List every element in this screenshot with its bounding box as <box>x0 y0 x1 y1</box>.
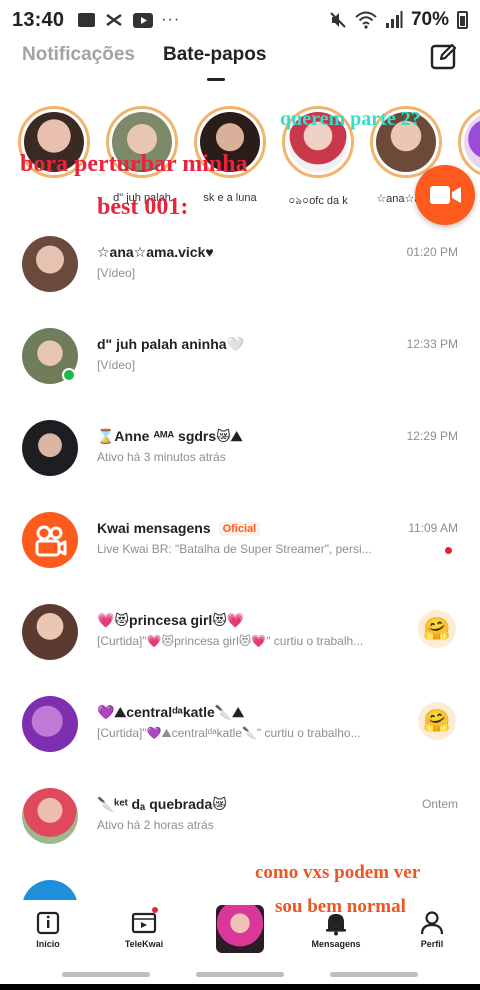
folder-icon <box>78 13 96 27</box>
unread-dot <box>445 547 452 554</box>
chat-time: 12:33 PM <box>406 337 458 351</box>
video-camera-icon <box>430 186 461 204</box>
kwai-logo-avatar <box>22 512 78 568</box>
mute-icon <box>330 12 346 28</box>
screen-edge <box>0 984 480 990</box>
person-icon <box>420 911 444 935</box>
chat-row-5[interactable]: 💗😻princesa girl😻💗 [Curtida]"💗😻princesa g… <box>0 588 480 680</box>
gesture-bar-center <box>196 972 284 977</box>
overlay-caption-orange-1: como vxs podem ver <box>255 862 421 883</box>
active-tab-indicator <box>207 78 225 81</box>
wifi-icon <box>355 11 377 29</box>
avatar <box>22 604 78 660</box>
more-dots-icon: ··· <box>161 11 181 28</box>
chat-row-2[interactable]: d" juh palah aninha🤍 [Vídeo] 12:33 PM <box>0 312 480 404</box>
battery-icon <box>457 11 468 29</box>
compose-icon[interactable] <box>430 42 458 70</box>
gesture-bar-right <box>330 972 418 977</box>
chat-row-1[interactable]: ☆ana☆ama.vick♥ [Vídeo] 01:20 PM <box>0 220 480 312</box>
chat-name-text: Kwai mensagens <box>97 520 211 536</box>
kwai-camera-icon <box>35 525 67 557</box>
chat-row-kwai[interactable]: Kwai mensagens Oficial Live Kwai BR: "Bat… <box>0 496 480 588</box>
overlay-caption-red-2: best 001: <box>97 194 189 220</box>
profile-thumbnail[interactable] <box>216 905 264 953</box>
status-time: 13:40 <box>12 8 65 31</box>
battery-percent: 70% <box>410 9 449 30</box>
chat-row-3[interactable]: ⌛Anne ᴬᴹᴬ sgdrs😿⛰ Ativo há 3 minutos atr… <box>0 404 480 496</box>
avatar <box>22 236 78 292</box>
avatar <box>22 696 78 752</box>
overlay-caption-red-1: bora perturbar minha <box>20 151 248 177</box>
gesture-bar-left <box>62 972 150 977</box>
hug-emoji-icon[interactable]: 🤗 <box>418 702 456 740</box>
chat-row-7[interactable]: 🔪ᵏᵉᵗ dₐ quebrada😿 Ativo há 2 horas atrás… <box>0 772 480 864</box>
chat-preview: [Vídeo] <box>97 266 136 280</box>
hug-emoji-icon[interactable]: 🤗 <box>418 610 456 648</box>
nav-inicio[interactable]: Início <box>18 910 78 960</box>
bottom-nav: Início TeleKwai Mensagens Perfil <box>0 900 480 962</box>
chat-preview: Ativo há 2 horas atrás <box>97 818 214 832</box>
chat-time: 01:20 PM <box>406 245 458 259</box>
nav-perfil[interactable]: Perfil <box>402 910 462 960</box>
story-label-3: sk e a luna <box>203 192 257 204</box>
nav-label-inicio: Início <box>36 939 60 949</box>
chat-name: ⌛Anne ᴬᴹᴬ sgdrs😿⛰ <box>97 428 243 444</box>
status-bar: 13:40 ··· 70% <box>0 0 480 40</box>
chat-preview: [Curtida]"💜⛰centralᵈᵃkatle🔪" curtiu o tr… <box>97 726 361 740</box>
nav-label-telekwai: TeleKwai <box>124 939 164 949</box>
app-screen: 13:40 ··· 70% Notificações Bate-papos d"… <box>0 0 480 990</box>
official-badge: Oficial <box>218 522 261 536</box>
home-icon <box>36 911 60 935</box>
chat-name: 💜⛰centralᵈᵃkatle🔪⛰ <box>97 704 244 720</box>
chat-preview: [Curtida]"💗😻princesa girl😻💗" curtiu o tr… <box>97 634 364 648</box>
chat-time: Ontem <box>421 797 458 811</box>
chat-name: d" juh palah aninha🤍 <box>97 336 244 352</box>
chat-name: Kwai mensagens Oficial <box>97 520 261 536</box>
nav-label-perfil: Perfil <box>420 939 444 949</box>
chat-name: 💗😻princesa girl😻💗 <box>97 612 245 628</box>
nav-notification-dot <box>152 907 158 913</box>
story-label-4: ০ঌ০ofc da k <box>288 195 348 207</box>
nav-label-mensagens: Mensagens <box>311 939 361 949</box>
status-right: 70% <box>329 9 468 31</box>
signal-icon <box>385 11 403 28</box>
status-left-icons <box>78 12 154 28</box>
tab-bate-papos[interactable]: Bate-papos <box>163 44 266 66</box>
youtube-icon <box>133 12 154 28</box>
online-indicator <box>62 368 76 382</box>
tab-notificacoes[interactable]: Notificações <box>22 44 135 66</box>
overlay-caption-orange-2: sou bem normal <box>275 896 406 917</box>
chat-name: ☆ana☆ama.vick♥ <box>97 244 214 260</box>
video-call-button[interactable] <box>415 165 475 225</box>
capcut-icon <box>106 13 122 27</box>
overlay-caption-cyan: querem parte 2? <box>280 108 421 130</box>
avatar <box>22 420 78 476</box>
nav-telekwai[interactable]: TeleKwai <box>114 907 174 960</box>
header: Notificações Bate-papos <box>0 40 480 82</box>
chat-row-6[interactable]: 💜⛰centralᵈᵃkatle🔪⛰ [Curtida]"💜⛰centralᵈᵃ… <box>0 680 480 772</box>
chat-time: 11:09 AM <box>408 521 458 535</box>
chat-preview: Ativo há 3 minutos atrás <box>97 450 226 464</box>
chat-preview: [Vídeo] <box>97 358 136 372</box>
tv-icon <box>131 912 157 934</box>
chat-time: 12:29 PM <box>406 429 458 443</box>
chat-preview: Live Kwai BR: "Batalha de Super Streamer… <box>97 542 372 556</box>
chat-name: 🔪ᵏᵉᵗ dₐ quebrada😿 <box>97 796 227 812</box>
avatar <box>22 788 78 844</box>
